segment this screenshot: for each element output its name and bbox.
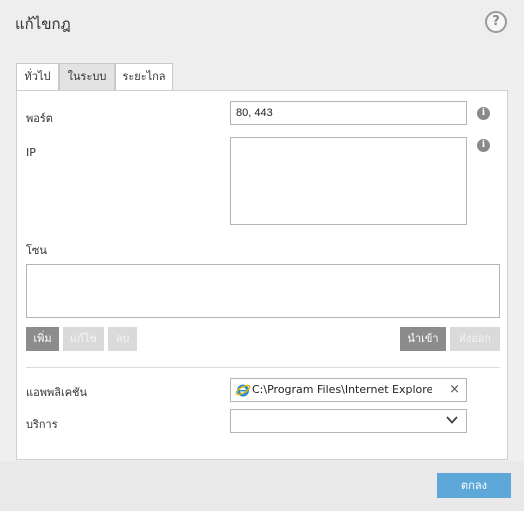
port-info-icon[interactable]: i [477, 107, 490, 120]
tab-general[interactable]: ทั่วไป [16, 63, 59, 91]
ip-label: IP [26, 146, 36, 159]
port-label: พอร์ต [26, 112, 53, 125]
zone-delete-button[interactable]: ลบ [108, 327, 137, 351]
section-divider [26, 367, 500, 368]
service-label: บริการ [26, 418, 58, 431]
chevron-down-icon [446, 416, 458, 424]
title-bar: แก้ไขกฎ ? [0, 0, 524, 44]
zone-add-button[interactable]: เพิ่ม [26, 327, 59, 351]
ip-info-icon[interactable]: i [477, 139, 490, 152]
application-path: C:\Program Files\Internet Explorer\i [252, 383, 432, 396]
application-field[interactable]: C:\Program Files\Internet Explorer\i × [230, 378, 467, 402]
zone-export-button[interactable]: ส่งออก [450, 327, 500, 351]
service-select[interactable] [230, 409, 467, 433]
internet-explorer-icon [235, 384, 251, 397]
help-icon[interactable]: ? [485, 11, 507, 33]
tab-local[interactable]: ในระบบ [59, 63, 115, 91]
zone-edit-button[interactable]: แก้ไข [63, 327, 104, 351]
dialog-footer: ตกลง [0, 461, 524, 511]
port-input[interactable] [230, 101, 467, 125]
dialog-title: แก้ไขกฎ [15, 15, 71, 33]
ip-textarea[interactable] [230, 137, 467, 225]
tab-remote[interactable]: ระยะไกล [115, 63, 173, 91]
clear-icon[interactable]: × [449, 379, 460, 401]
zone-label: โซน [26, 244, 47, 257]
ok-button[interactable]: ตกลง [437, 473, 511, 498]
application-label: แอพพลิเคชัน [26, 386, 88, 399]
zone-list[interactable] [26, 264, 500, 318]
zone-import-button[interactable]: นำเข้า [400, 327, 446, 351]
rule-panel: พอร์ต i IP i โซน เพิ่ม แก้ไข ลบ นำเข้า ส… [16, 90, 508, 460]
